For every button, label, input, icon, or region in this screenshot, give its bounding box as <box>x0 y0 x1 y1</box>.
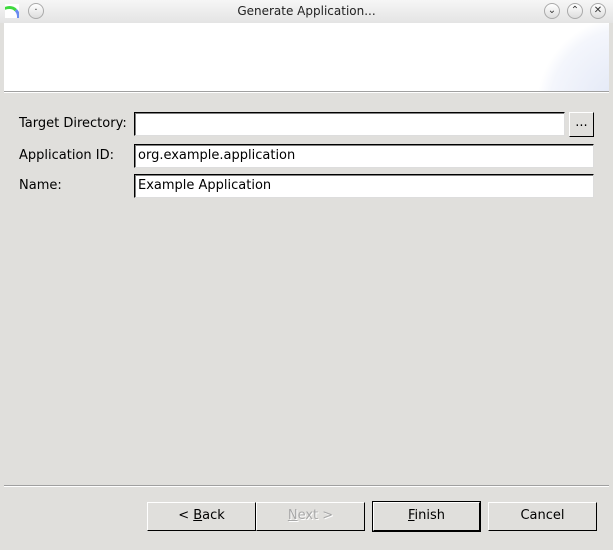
next-suffix: ext > <box>297 508 334 523</box>
back-prefix: < <box>178 508 194 523</box>
footer-divider <box>4 485 609 487</box>
target-directory-input[interactable] <box>134 112 565 136</box>
name-label: Name: <box>19 178 62 193</box>
back-button[interactable]: < Back <box>147 502 256 531</box>
next-mnemonic: N <box>287 508 298 523</box>
cancel-button[interactable]: Cancel <box>488 502 597 531</box>
wizard-header <box>4 23 609 91</box>
title-bar[interactable]: · Generate Application... ⌄ ⌃ ✕ <box>0 0 613 23</box>
application-id-label: Application ID: <box>19 148 114 163</box>
back-mnemonic: B <box>193 508 203 523</box>
name-input[interactable]: Example Application <box>134 174 594 198</box>
app-icon <box>5 4 19 18</box>
minimize-button[interactable]: ⌄ <box>544 3 560 19</box>
next-button[interactable]: Next > <box>256 502 365 531</box>
window-title: Generate Application... <box>237 4 376 18</box>
target-directory-label: Target Directory: <box>19 116 127 131</box>
browse-button[interactable]: ... <box>569 112 594 137</box>
close-button[interactable]: ✕ <box>590 3 606 19</box>
window-menu-button[interactable]: · <box>28 3 44 19</box>
header-divider <box>4 91 609 93</box>
application-id-input[interactable]: org.example.application <box>134 144 594 168</box>
finish-suffix: inish <box>414 508 446 523</box>
maximize-button[interactable]: ⌃ <box>567 3 583 19</box>
finish-button[interactable]: Finish <box>372 501 481 532</box>
back-suffix: ack <box>202 508 225 523</box>
